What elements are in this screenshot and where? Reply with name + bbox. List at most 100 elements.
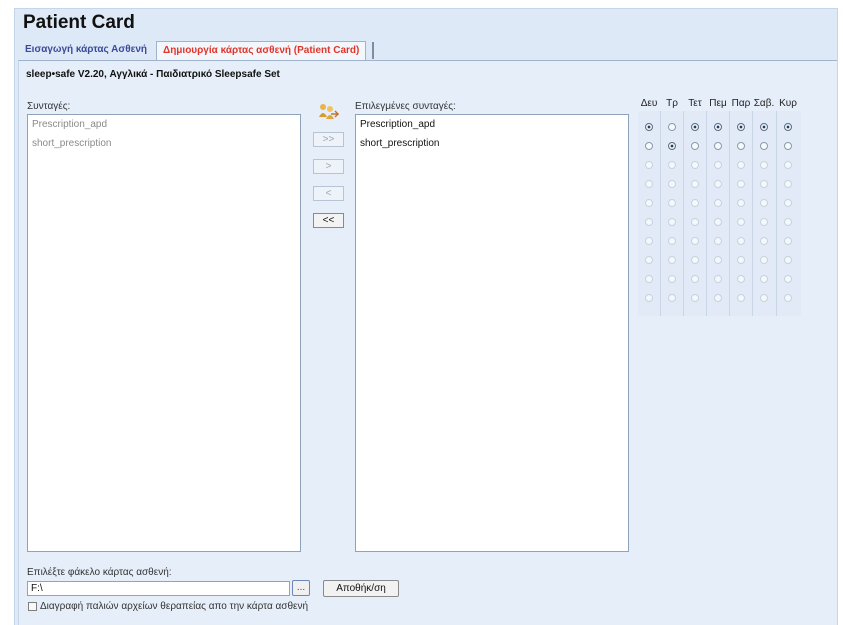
day-header: Σαβ. [753,98,775,109]
day-radio [691,199,699,207]
delete-old-files-checkbox[interactable] [28,602,37,611]
day-radio [737,256,745,264]
day-radio [760,275,768,283]
day-radio [645,199,653,207]
day-radio[interactable] [737,123,745,131]
day-radio [737,218,745,226]
day-radio [784,237,792,245]
day-radio[interactable] [714,123,722,131]
delete-old-files-label: Διαγραφή παλιών αρχείων θεραπείας απο τη… [40,601,309,612]
day-header: Τετ [688,98,702,109]
day-header: Δευ [640,98,658,109]
day-radio [714,199,722,207]
day-radio [784,218,792,226]
prescriptions-list[interactable]: Prescription_apd short_prescription [27,114,301,552]
day-radio [645,275,653,283]
day-radio [691,294,699,302]
day-radio [784,161,792,169]
list-item[interactable]: Prescription_apd [360,119,435,130]
day-radio [714,275,722,283]
day-radio[interactable] [691,123,699,131]
browse-button[interactable]: ... [292,580,310,596]
device-info: sleep•safe V2.20, Αγγλικά - Παιδιατρικό … [26,69,280,80]
day-radio [668,199,676,207]
day-radio [714,256,722,264]
day-radio [784,294,792,302]
day-radio [645,161,653,169]
day-radio [691,218,699,226]
day-radio [760,161,768,169]
tab-create-patient-card[interactable]: Δημιουργία κάρτας ασθενή (Patient Card) [156,41,367,60]
day-radio [737,275,745,283]
day-radio [784,199,792,207]
day-radio [691,180,699,188]
folder-path-input[interactable]: F:\ [27,581,290,596]
prescriptions-label: Συνταγές: [27,101,71,112]
day-radio [784,180,792,188]
day-radio[interactable] [668,142,676,150]
day-radio [668,294,676,302]
add-button[interactable]: > [313,159,344,174]
day-radio [668,237,676,245]
day-radio [668,180,676,188]
day-radio [737,237,745,245]
day-radio [645,237,653,245]
add-all-button[interactable]: >> [313,132,344,147]
day-radio [668,161,676,169]
day-radio [691,275,699,283]
day-radio[interactable] [668,123,676,131]
save-button[interactable]: Αποθήκ/ση [323,580,399,597]
day-radio [737,180,745,188]
day-radio [784,256,792,264]
day-radio [668,275,676,283]
day-radio [737,199,745,207]
grid-separator [729,111,730,316]
day-radio[interactable] [784,142,792,150]
day-radio [760,237,768,245]
day-radio [645,294,653,302]
day-radio [691,161,699,169]
day-radio[interactable] [760,123,768,131]
day-radio [714,237,722,245]
page-title: Patient Card [23,12,135,33]
day-radio [645,218,653,226]
day-radio [668,218,676,226]
day-radio[interactable] [691,142,699,150]
list-item[interactable]: Prescription_apd [32,119,107,130]
day-header: Κυρ [779,98,797,109]
grid-separator [660,111,661,316]
day-radio [784,275,792,283]
day-radio[interactable] [760,142,768,150]
day-header: Παρ [731,98,751,109]
day-radio[interactable] [714,142,722,150]
day-radio[interactable] [645,123,653,131]
day-radio [714,180,722,188]
tab-import-patient-card[interactable]: Εισαγωγή κάρτας Ασθενή [25,41,147,59]
day-radio[interactable] [737,142,745,150]
ellipsis-icon: ... [296,582,306,593]
grid-separator [706,111,707,316]
day-radio [714,161,722,169]
selected-prescriptions-list[interactable]: Prescription_apd short_prescription [355,114,629,552]
day-radio [714,294,722,302]
day-radio [691,256,699,264]
day-radio [737,161,745,169]
day-radio[interactable] [784,123,792,131]
day-radio [760,256,768,264]
day-radio [645,256,653,264]
day-radio [760,199,768,207]
remove-all-button[interactable]: << [313,213,344,228]
day-radio [714,218,722,226]
grid-separator [752,111,753,316]
day-radio[interactable] [645,142,653,150]
day-header: Πεμ [709,98,727,109]
day-radio [760,218,768,226]
folder-label: Επιλέξτε φάκελο κάρτας ασθενή: [27,567,172,578]
day-radio [668,256,676,264]
list-item[interactable]: short_prescription [360,138,439,149]
list-item[interactable]: short_prescription [32,138,111,149]
tab-separator [372,42,374,59]
selected-prescriptions-label: Επιλεγμένες συνταγές: [355,101,456,112]
day-radio [737,294,745,302]
remove-button[interactable]: < [313,186,344,201]
